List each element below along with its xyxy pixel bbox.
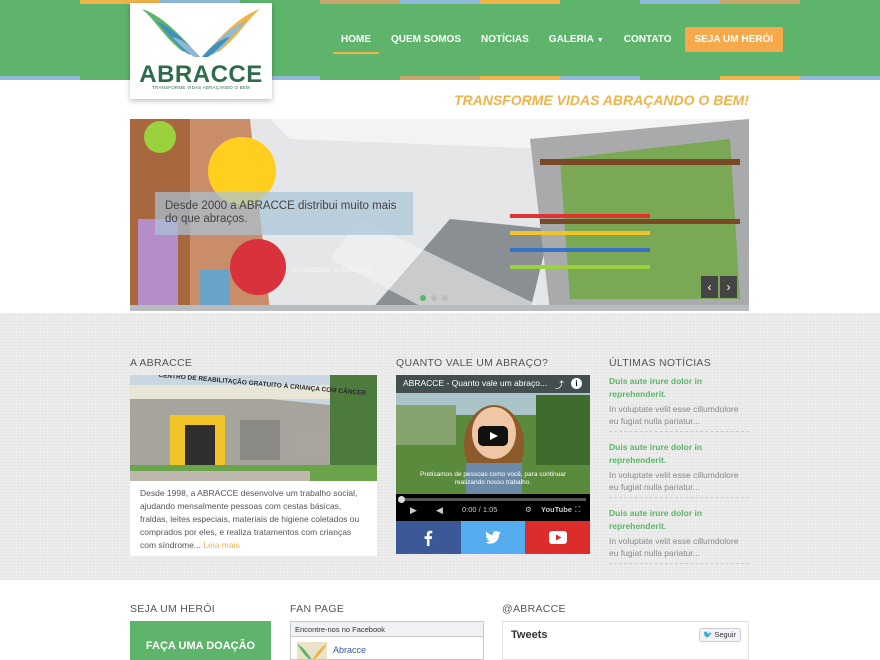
- youtube-button[interactable]: [525, 521, 591, 554]
- video-controls: ▶ ◀ 0:00 / 1:05 ⚙ YouTube ⛶: [396, 494, 590, 521]
- settings-icon[interactable]: ⚙: [525, 505, 532, 514]
- fullscreen-icon[interactable]: ⛶: [575, 505, 580, 515]
- logo-tagline: TRANSFORME VIDAS ABRAÇANDO O BEM: [152, 85, 250, 90]
- news-item-title[interactable]: Duis aute irure dolor in reprehenderit.: [609, 375, 749, 401]
- slider-dots: [420, 295, 448, 301]
- facebook-page-thumbnail[interactable]: [297, 642, 327, 659]
- youtube-logo[interactable]: YouTube: [541, 505, 572, 514]
- video-player[interactable]: ABRACCE - Quanto vale um abraço... ⤴ i P…: [396, 375, 590, 521]
- news-item-excerpt: In voluptate velit esse cillumdolore eu …: [609, 536, 739, 558]
- wings-logo-icon: [297, 644, 327, 659]
- seja-um-heroi-button[interactable]: SEJA UM HERÓI: [684, 27, 784, 52]
- tweets-heading: Tweets: [511, 629, 548, 641]
- play-button-icon[interactable]: [478, 426, 508, 446]
- follow-button[interactable]: 🐦 Seguir: [698, 628, 741, 642]
- twitter-button[interactable]: [460, 521, 526, 554]
- twitter-section-title: @ABRACCE: [502, 603, 566, 615]
- chevron-right-icon[interactable]: ›: [720, 276, 737, 298]
- wings-logo-icon: [142, 9, 260, 57]
- news-item-excerpt: In voluptate velit esse cillumdolore eu …: [609, 404, 739, 426]
- news-item: Duis aute irure dolor in reprehenderit. …: [609, 441, 749, 498]
- follow-label: Seguir: [714, 630, 736, 639]
- nav-galeria[interactable]: GALERIA ▼: [539, 27, 614, 52]
- slider-dot[interactable]: [431, 295, 437, 301]
- facebook-widget: Encontre-nos no Facebook Abracce: [290, 621, 484, 660]
- nav-noticias[interactable]: NOTÍCIAS: [471, 27, 539, 52]
- read-more-link[interactable]: Leia mais: [203, 540, 239, 550]
- about-text: Desde 1998, a ABRACCE desenvolve um trab…: [140, 488, 360, 550]
- news-item-title[interactable]: Duis aute irure dolor in reprehenderit.: [609, 507, 749, 533]
- slider-dot[interactable]: [442, 295, 448, 301]
- share-icon[interactable]: ⤴: [555, 378, 564, 391]
- nav-contato[interactable]: CONTATO: [614, 27, 682, 52]
- news-section-title: ÚLTIMAS NOTÍCIAS: [609, 357, 712, 369]
- social-buttons: [396, 521, 591, 554]
- news-item: Duis aute irure dolor in reprehenderit. …: [609, 507, 749, 564]
- nav-galeria-label: GALERIA: [548, 34, 594, 45]
- site-tagline: TRANSFORME VIDAS ABRAÇANDO O BEM!: [453, 92, 749, 108]
- logo[interactable]: ABRACCE TRANSFORME VIDAS ABRAÇANDO O BEM: [130, 3, 272, 99]
- news-item-title[interactable]: Duis aute irure dolor in reprehenderit.: [609, 441, 749, 467]
- chevron-left-icon[interactable]: ‹: [701, 276, 718, 298]
- fanpage-section-title: FAN PAGE: [290, 603, 345, 615]
- twitter-icon: [485, 531, 501, 544]
- twitter-widget: Tweets 🐦 Seguir: [502, 621, 749, 660]
- about-image: CENTRO DE REABILITAÇÃO GRATUITO À CRIANÇ…: [130, 375, 377, 481]
- facebook-icon: [424, 530, 433, 546]
- video-progress-bar[interactable]: [398, 496, 586, 503]
- caret-down-icon: ▼: [596, 37, 604, 44]
- nav-home[interactable]: HOME: [331, 27, 381, 54]
- video-subtitle: Pretisamos de pessoas como você, para co…: [420, 471, 566, 486]
- info-icon[interactable]: i: [571, 378, 582, 389]
- donate-button[interactable]: FAÇA UMA DOAÇÃO: [130, 621, 271, 660]
- about-section-title: A ABRACCE: [130, 357, 193, 369]
- twitter-bird-icon: 🐦: [702, 630, 713, 639]
- facebook-widget-header: Encontre-nos no Facebook: [291, 622, 483, 637]
- slide-subcaption: consectetur adipisicing: [290, 265, 371, 274]
- video-time: 0:00 / 1:05: [462, 505, 498, 514]
- slide-caption: Desde 2000 a ABRACCE distribui muito mai…: [155, 192, 413, 235]
- volume-icon[interactable]: ◀: [436, 505, 443, 516]
- slider-dot[interactable]: [420, 295, 426, 301]
- main-nav: HOME QUEM SOMOS NOTÍCIAS GALERIA ▼ CONTAT…: [331, 27, 784, 54]
- facebook-button[interactable]: [396, 521, 461, 554]
- facebook-page-name[interactable]: Abracce: [333, 645, 366, 655]
- about-text-box: Desde 1998, a ABRACCE desenvolve um trab…: [130, 481, 377, 556]
- play-icon[interactable]: ▶: [410, 505, 417, 516]
- hero-section-title: SEJA UM HERÓI: [130, 603, 215, 615]
- video-section-title: QUANTO VALE UM ABRAÇO?: [396, 357, 549, 369]
- youtube-icon: [548, 531, 567, 544]
- hero-slider: Desde 2000 a ABRACCE distribui muito mai…: [130, 119, 749, 311]
- nav-quem-somos[interactable]: QUEM SOMOS: [381, 27, 471, 52]
- news-item-excerpt: In voluptate velit esse cillumdolore eu …: [609, 470, 739, 492]
- news-item: Duis aute irure dolor in reprehenderit. …: [609, 375, 749, 432]
